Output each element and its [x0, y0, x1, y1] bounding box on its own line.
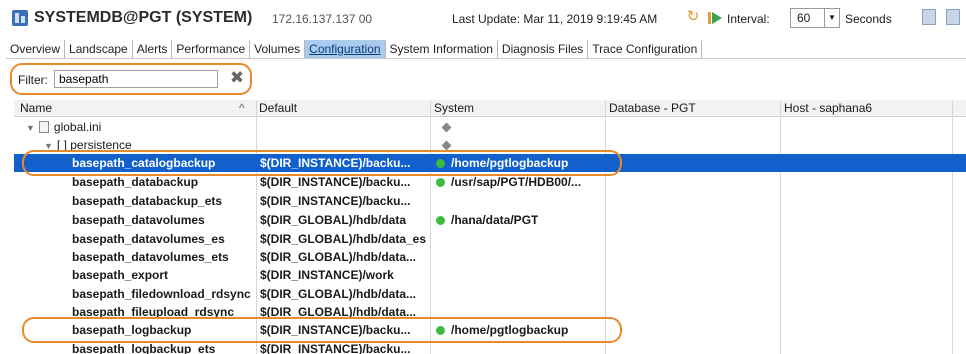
param-default: $(DIR_INSTANCE)/backu...	[260, 194, 411, 208]
tab-diagnosis-files[interactable]: Diagnosis Files	[498, 40, 589, 58]
param-system-value: /hana/data/PGT	[451, 213, 539, 227]
column-header-system[interactable]: System	[434, 101, 474, 115]
table-row[interactable]: basepath_filedownload_rdsync $(DIR_GLOBA…	[14, 285, 966, 303]
column-header-host[interactable]: Host - saphana6	[784, 101, 872, 115]
chevron-down-icon[interactable]: ▼	[824, 9, 839, 27]
pause-bar-icon	[708, 12, 711, 24]
tab-overview[interactable]: Overview	[6, 40, 66, 58]
param-system: /usr/sap/PGT/HDB00/...	[436, 175, 581, 189]
filter-highlight-outline	[10, 63, 252, 95]
inherited-value-icon	[441, 140, 452, 151]
table-row[interactable]: basepath_datavolumes_ets $(DIR_GLOBAL)/h…	[14, 248, 966, 266]
refresh-icon[interactable]: ↻	[685, 9, 701, 25]
table-row[interactable]: basepath_fileupload_rdsync $(DIR_GLOBAL)…	[14, 303, 966, 317]
param-system-value: /usr/sap/PGT/HDB00/...	[451, 175, 582, 189]
param-default: $(DIR_GLOBAL)/hdb/data...	[260, 305, 416, 317]
param-default: $(DIR_GLOBAL)/hdb/data...	[260, 287, 416, 301]
copy-icon[interactable]	[922, 9, 936, 25]
tab-alerts[interactable]: Alerts	[133, 40, 173, 58]
tab-system-information[interactable]: System Information	[386, 40, 498, 58]
column-header-database[interactable]: Database - PGT	[609, 101, 696, 115]
param-system: /hana/data/PGT	[436, 213, 538, 227]
param-name: basepath_export	[72, 268, 169, 282]
table-row[interactable]: basepath_datavolumes_es $(DIR_GLOBAL)/hd…	[14, 230, 966, 248]
param-name: basepath_filedownload_rdsync	[72, 287, 251, 301]
status-dot-icon	[436, 216, 445, 225]
tree-node-file[interactable]: ▼ global.ini	[26, 120, 101, 134]
title-bar: SYSTEMDB@PGT (SYSTEM) 172.16.137.137 00 …	[0, 0, 966, 38]
tab-performance[interactable]: Performance	[172, 40, 251, 58]
file-name: global.ini	[53, 120, 102, 134]
param-default: $(DIR_GLOBAL)/hdb/data_es	[260, 232, 427, 246]
table-header: Name ^ Default System Database - PGT Hos…	[14, 100, 966, 117]
table-row[interactable]: basepath_export $(DIR_INSTANCE)/work	[14, 266, 966, 284]
param-name: basepath_datavolumes	[72, 213, 205, 227]
tab-bar: Overview Landscape Alerts Performance Vo…	[6, 40, 703, 58]
sort-ascending-icon[interactable]: ^	[239, 101, 245, 115]
seconds-label: Seconds	[845, 12, 892, 26]
param-name: basepath_datavolumes_ets	[72, 250, 229, 264]
param-default: $(DIR_INSTANCE)/backu...	[260, 342, 411, 354]
param-name: basepath_logbackup_ets	[72, 342, 216, 354]
param-default: $(DIR_INSTANCE)/work	[260, 268, 394, 282]
tab-trace-configuration[interactable]: Trace Configuration	[588, 40, 703, 58]
expand-triangle-icon[interactable]: ▼	[26, 123, 35, 133]
tab-landscape[interactable]: Landscape	[65, 40, 133, 58]
row-highlight-outline	[22, 150, 622, 176]
system-icon	[12, 10, 28, 26]
play-icon[interactable]	[712, 12, 722, 24]
table-row[interactable]: basepath_datavolumes $(DIR_GLOBAL)/hdb/d…	[14, 211, 966, 229]
tab-configuration[interactable]: Configuration	[305, 40, 386, 58]
tab-volumes[interactable]: Volumes	[250, 40, 306, 58]
column-header-default[interactable]: Default	[259, 101, 297, 115]
export-icon[interactable]	[946, 9, 960, 25]
column-header-name[interactable]: Name	[20, 101, 52, 115]
status-dot-icon	[436, 178, 445, 187]
system-title: SYSTEMDB@PGT (SYSTEM)	[34, 9, 253, 26]
param-name: basepath_fileupload_rdsync	[72, 305, 235, 317]
param-name: basepath_databackup	[72, 175, 199, 189]
param-name: basepath_datavolumes_es	[72, 232, 225, 246]
system-host: 172.16.137.137 00	[272, 12, 373, 26]
tab-divider	[6, 58, 966, 59]
inherited-value-icon	[441, 122, 452, 133]
param-default: $(DIR_INSTANCE)/backu...	[260, 175, 411, 189]
last-update-text: Last Update: Mar 11, 2019 9:19:45 AM	[452, 12, 658, 26]
interval-label: Interval:	[727, 12, 770, 26]
tree-row-global-ini[interactable]: ▼ global.ini	[14, 118, 966, 136]
interval-select[interactable]: 60 ▼	[790, 8, 840, 28]
row-highlight-outline	[22, 317, 622, 343]
param-default: $(DIR_GLOBAL)/hdb/data...	[260, 250, 416, 264]
param-default: $(DIR_GLOBAL)/hdb/data	[260, 213, 406, 227]
table-row[interactable]: basepath_databackup_ets $(DIR_INSTANCE)/…	[14, 192, 966, 210]
file-icon	[38, 121, 49, 133]
interval-value: 60	[797, 11, 811, 25]
param-name: basepath_databackup_ets	[72, 194, 223, 208]
